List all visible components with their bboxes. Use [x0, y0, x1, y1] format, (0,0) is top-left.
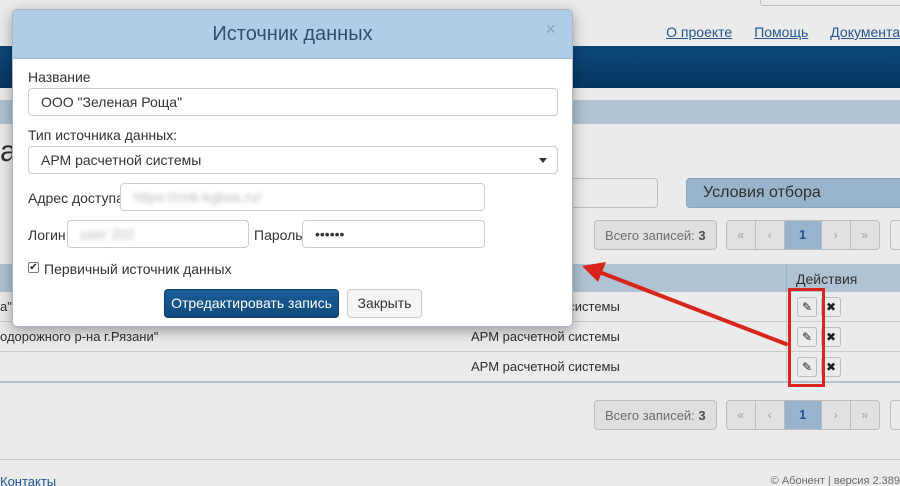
primary-source-label: Первичный источник данных: [44, 261, 232, 277]
name-field[interactable]: ООО "Зеленая Роща": [28, 88, 558, 116]
password-field[interactable]: ••••••: [302, 220, 485, 248]
address-label: Адрес доступа: [28, 190, 124, 206]
source-type-value: АРМ расчетной системы: [41, 152, 202, 168]
primary-source-checkbox[interactable]: ✔: [28, 262, 39, 273]
annotation-arrow-icon: [582, 262, 788, 346]
modal-header: Источник данных ×: [13, 10, 572, 59]
annotation-highlight-box: [788, 288, 825, 387]
source-type-select[interactable]: АРМ расчетной системы: [28, 146, 558, 174]
save-button[interactable]: Отредактировать запись: [164, 289, 339, 318]
login-value: user 202: [80, 226, 135, 242]
modal-title: Источник данных: [212, 23, 373, 45]
password-label: Пароль: [254, 227, 303, 243]
address-field[interactable]: https://rmk-kgbos.ru/: [120, 183, 485, 211]
close-icon[interactable]: ×: [545, 19, 556, 40]
source-type-label: Тип источника данных:: [28, 127, 178, 143]
close-button[interactable]: Закрыть: [347, 289, 422, 318]
login-label: Логин: [28, 227, 66, 243]
address-value: https://rmk-kgbos.ru/: [133, 189, 261, 205]
chevron-down-icon: [539, 158, 547, 163]
name-label: Название: [28, 69, 91, 85]
data-source-modal: Источник данных × Название ООО "Зеленая …: [12, 9, 573, 327]
login-field[interactable]: user 202: [67, 220, 249, 248]
